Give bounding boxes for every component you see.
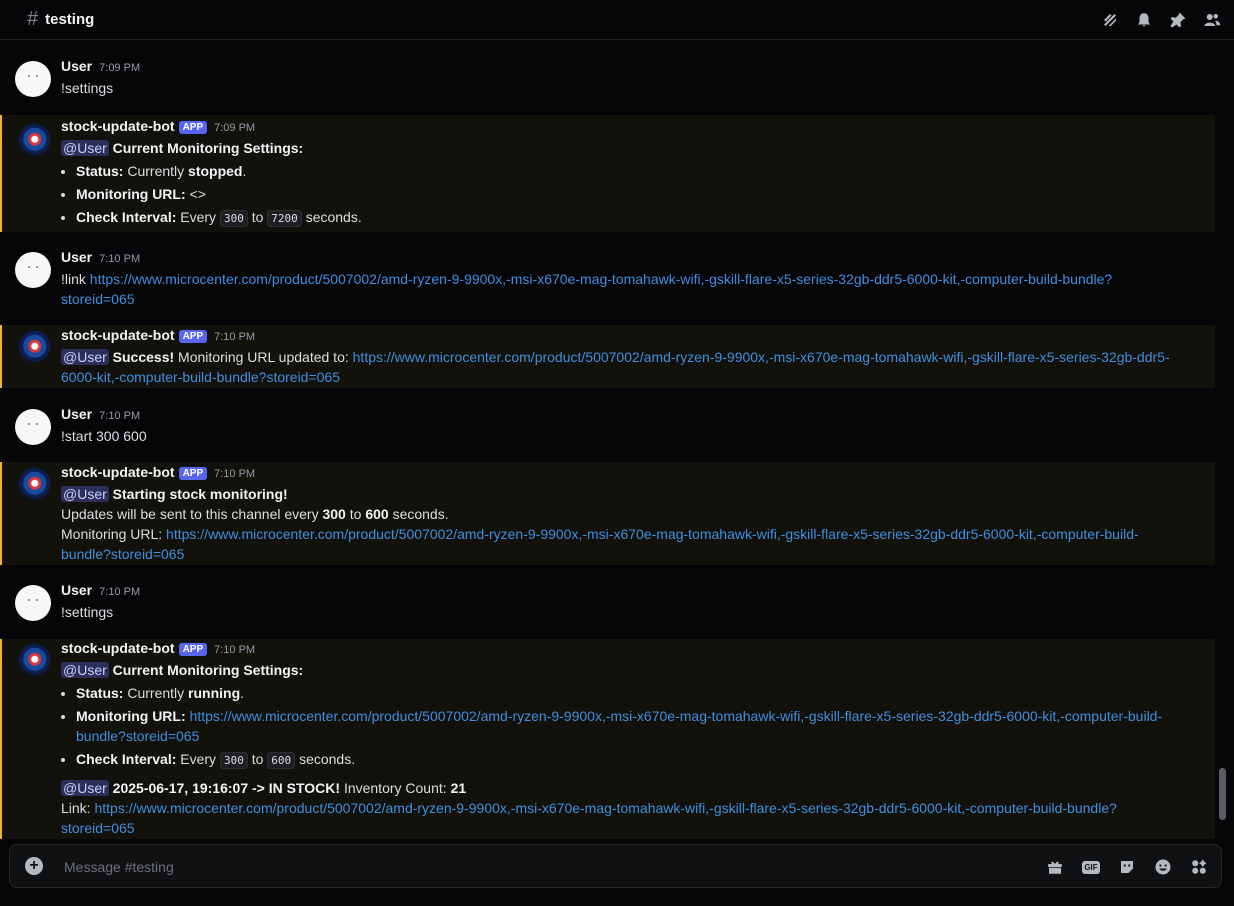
message-list[interactable]: User 7:09 PM !settings stock-update-bot … [0, 41, 1216, 839]
pin-icon[interactable] [1168, 10, 1188, 30]
user-mention[interactable]: @User [61, 486, 109, 502]
user-mention[interactable]: @User [61, 349, 109, 365]
list-item: Monitoring URL: <> [76, 184, 1203, 204]
user-mention[interactable]: @User [61, 662, 109, 678]
list-item: Check Interval: Every 300 to 600 seconds… [76, 749, 1203, 771]
avatar[interactable] [15, 61, 51, 97]
bot-avatar[interactable] [15, 643, 51, 679]
product-link[interactable]: bundle?storeid=065 [61, 546, 184, 562]
product-link[interactable]: storeid=065 [61, 291, 135, 307]
message-bot: stock-update-bot APP 7:10 PM @User Curre… [0, 639, 1215, 839]
avatar[interactable] [15, 409, 51, 445]
bot-avatar[interactable] [15, 330, 51, 366]
timestamp: 7:10 PM [99, 586, 141, 598]
emoji-icon[interactable] [1153, 857, 1173, 877]
message-title: Starting stock monitoring! [112, 486, 288, 502]
scrollbar-thumb[interactable] [1219, 768, 1226, 820]
list-item: Status: Currently running. [76, 683, 1203, 703]
timestamp: 7:10 PM [214, 468, 256, 480]
product-link[interactable]: https://www.microcenter.com/product/5007… [190, 708, 1163, 724]
inline-code: 300 [219, 210, 248, 227]
inline-code: 600 [267, 752, 296, 769]
product-link[interactable]: https://www.microcenter.com/product/5007… [353, 349, 1170, 365]
apps-icon[interactable] [1189, 857, 1209, 877]
author-name[interactable]: stock-update-bot [61, 640, 175, 656]
gift-icon[interactable] [1045, 857, 1065, 877]
bot-avatar[interactable] [15, 467, 51, 503]
user-mention[interactable]: @User [61, 780, 109, 796]
message-bot: stock-update-bot APP 7:10 PM @User Start… [0, 462, 1215, 565]
author-name[interactable]: stock-update-bot [61, 464, 175, 480]
author-name[interactable]: stock-update-bot [61, 118, 175, 134]
message-title: Success! [112, 349, 175, 365]
add-icon[interactable]: + [25, 857, 43, 875]
bot-avatar[interactable] [15, 123, 51, 159]
author-name[interactable]: User [61, 58, 92, 74]
timestamp: 7:10 PM [99, 253, 141, 265]
channel-name[interactable]: testing [45, 11, 94, 28]
product-link[interactable]: https://www.microcenter.com/product/5007… [166, 526, 1139, 542]
timestamp: 7:10 PM [214, 644, 256, 656]
inline-code: 7200 [267, 210, 302, 227]
message-title: Current Monitoring Settings: [112, 662, 304, 678]
message-user: User 7:10 PM !start 300 600 [0, 406, 1216, 446]
gif-label: GIF [1082, 860, 1100, 874]
app-badge: APP [178, 467, 208, 480]
product-link[interactable]: bundle?storeid=065 [76, 728, 199, 744]
bell-icon[interactable] [1134, 10, 1154, 30]
sticker-icon[interactable] [1117, 857, 1137, 877]
product-link[interactable]: https://www.microcenter.com/product/5007… [90, 271, 1112, 287]
product-link[interactable]: https://www.microcenter.com/product/5007… [94, 800, 1116, 816]
threads-icon[interactable] [1100, 10, 1120, 30]
timestamp: 7:10 PM [99, 410, 141, 422]
settings-list: Status: Currently running. Monitoring UR… [61, 683, 1203, 771]
message-input[interactable] [62, 855, 966, 879]
stock-timestamp: 2025-06-17, 19:16:07 -> [112, 780, 265, 796]
app-badge: APP [178, 643, 208, 656]
message-user: User 7:09 PM !settings [0, 58, 1216, 98]
inventory-count: 21 [450, 780, 467, 796]
channel-hash-icon: # [27, 8, 39, 30]
gif-icon[interactable]: GIF [1081, 857, 1101, 877]
app-badge: APP [178, 330, 208, 343]
message-text: !link [61, 271, 86, 287]
message-bot: stock-update-bot APP 7:09 PM @User Curre… [0, 115, 1215, 232]
message-text: !settings [61, 80, 114, 96]
message-user: User 7:10 PM !link https://www.microcent… [0, 249, 1216, 309]
settings-list: Status: Currently stopped. Monitoring UR… [61, 161, 1203, 229]
timestamp: 7:10 PM [214, 331, 256, 343]
user-mention[interactable]: @User [61, 140, 109, 156]
product-link[interactable]: storeid=065 [61, 820, 135, 836]
message-text: !settings [61, 604, 114, 620]
product-link[interactable]: 6000-kit,-computer-build-bundle?storeid=… [61, 369, 340, 385]
app-badge: APP [178, 121, 208, 134]
inline-code: 300 [219, 752, 248, 769]
author-name[interactable]: User [61, 249, 92, 265]
channel-header: # testing [0, 0, 1234, 40]
author-name[interactable]: User [61, 582, 92, 598]
avatar[interactable] [15, 252, 51, 288]
list-item: Status: Currently stopped. [76, 161, 1203, 181]
stock-status: IN STOCK! [268, 780, 341, 796]
message-composer: + GIF [9, 844, 1222, 888]
composer-tools: GIF [1029, 857, 1209, 877]
message-user: User 7:10 PM !settings [0, 582, 1216, 622]
avatar[interactable] [15, 585, 51, 621]
message-title: Current Monitoring Settings: [112, 140, 304, 156]
timestamp: 7:09 PM [214, 122, 256, 134]
message-bot: stock-update-bot APP 7:10 PM @User Succe… [0, 325, 1215, 388]
header-toolbar [1086, 10, 1222, 30]
author-name[interactable]: User [61, 406, 92, 422]
message-text: !start 300 600 [61, 428, 147, 444]
list-item: Check Interval: Every 300 to 7200 second… [76, 207, 1203, 229]
timestamp: 7:09 PM [99, 62, 141, 74]
list-item: Monitoring URL: https://www.microcenter.… [76, 706, 1203, 746]
author-name[interactable]: stock-update-bot [61, 327, 175, 343]
members-icon[interactable] [1202, 10, 1222, 30]
